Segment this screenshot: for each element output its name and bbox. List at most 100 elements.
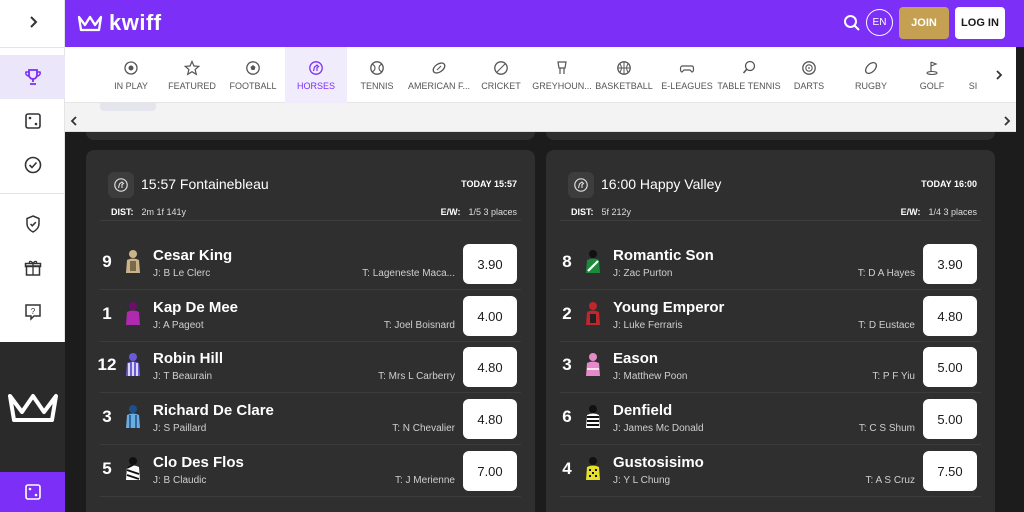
kwiff-crown-banner[interactable]	[0, 342, 65, 472]
check-circle-icon	[24, 156, 41, 174]
rail-casino-button[interactable]	[0, 99, 65, 143]
runner-jockey: J: A Pageot	[153, 320, 204, 331]
race-card-fontainebleau[interactable]: 15:57 Fontainebleau TODAY 15:57 DIST: 2m …	[86, 150, 535, 512]
runner-divider	[100, 444, 521, 445]
runner-row: 5 Clo Des Flos J: B Claudic T: J Merienn…	[86, 446, 535, 497]
runner-jockey: J: B Claudic	[153, 475, 207, 486]
sport-label: AMERICAN F...	[407, 80, 470, 91]
race-icon	[108, 172, 134, 198]
sport-tab-horses[interactable]: HORSES	[285, 47, 347, 103]
sport-tab-basketball[interactable]: BASKETBALL	[593, 47, 655, 103]
runner-row: 6 Denfield J: James Mc Donald T: C S Shu…	[546, 394, 995, 445]
sport-tab-greyhounds[interactable]: GREYHOUN...	[531, 47, 593, 103]
runner-number: 12	[97, 355, 117, 374]
help-chat-icon: ?	[24, 304, 41, 321]
runner-number: 2	[562, 304, 572, 323]
sport-tab-golf[interactable]: GOLF	[903, 47, 961, 103]
runner-name: Robin Hill	[153, 350, 223, 367]
odds-button[interactable]: 3.90	[923, 244, 977, 284]
runner-number: 1	[102, 304, 112, 323]
runner-jockey: J: Luke Ferraris	[613, 320, 683, 331]
odds-button[interactable]: 3.90	[463, 244, 517, 284]
join-button[interactable]: JOIN	[899, 7, 949, 39]
sport-tab-in-play[interactable]: IN PLAY	[100, 47, 162, 103]
sport-tab-american-football[interactable]: AMERICAN F...	[407, 47, 471, 103]
runner-trainer: T: J Merienne	[394, 475, 455, 486]
runner-row: 9 Cesar King J: B Le Clerc T: Lageneste …	[86, 239, 535, 290]
odds-button[interactable]: 7.00	[463, 451, 517, 491]
runner-divider	[560, 392, 981, 393]
horse-icon	[114, 178, 128, 192]
odds-button[interactable]: 4.80	[463, 347, 517, 387]
race-title[interactable]: 15:57 Fontainebleau	[141, 176, 269, 192]
sport-tab-featured[interactable]: FEATURED	[162, 47, 222, 103]
runner-divider	[100, 496, 521, 497]
odds-button[interactable]: 5.00	[923, 399, 977, 439]
search-button[interactable]	[840, 11, 864, 35]
runner-jockey: J: T Beaurain	[153, 371, 213, 382]
runner-jockey: J: B Le Clerc	[153, 268, 211, 279]
runner-trainer: T: Mrs L Carberry	[378, 371, 455, 382]
chevron-right-icon	[29, 16, 37, 28]
login-button[interactable]: LOG IN	[955, 7, 1005, 39]
sport-tab-snooker[interactable]: SI	[961, 47, 985, 103]
runner-row: 2 Young Emperor J: Luke Ferraris T: D Eu…	[546, 291, 995, 342]
sport-label: FEATURED	[168, 80, 216, 91]
sport-tab-cricket[interactable]: CRICKET	[471, 47, 531, 103]
race-distance: DIST: 5f 212y	[571, 207, 631, 217]
odds-button[interactable]: 7.50	[923, 451, 977, 491]
runner-row: 4 Gustosisimo J: Y L Chung T: A S Cruz 7…	[546, 446, 995, 497]
sport-label: DARTS	[793, 80, 825, 91]
runner-name: Gustosisimo	[613, 454, 704, 471]
expand-rail-button[interactable]	[0, 0, 65, 44]
rail-help-button[interactable]: ?	[0, 290, 65, 334]
sport-label: GREYHOUN...	[532, 80, 592, 91]
sports-nav: IN PLAY FEATURED FOOTBALL HORSES TENNIS …	[65, 47, 1016, 103]
sport-tab-e-leagues[interactable]: E-LEAGUES	[657, 47, 717, 103]
runner-trainer: T: D A Hayes	[857, 268, 915, 279]
language-selector[interactable]: EN	[866, 9, 893, 36]
scroll-left-icon[interactable]	[68, 115, 80, 127]
chevron-right-icon	[996, 70, 1003, 80]
scroll-thumb[interactable]	[100, 103, 156, 111]
jockey-silk-icon	[126, 457, 140, 480]
runner-row: 3 Richard De Clare J: S Paillard T: N Ch…	[86, 394, 535, 445]
runner-name: Eason	[613, 350, 659, 367]
odds-button[interactable]: 4.80	[463, 399, 517, 439]
sport-tab-table-tennis[interactable]: TABLE TENNIS	[717, 47, 781, 103]
sport-label: E-LEAGUES	[661, 80, 713, 91]
rail-safer-gambling-button[interactable]	[0, 202, 65, 246]
dice-icon	[24, 484, 41, 500]
rail-bets-button[interactable]	[0, 143, 65, 187]
sport-tab-darts[interactable]: DARTS	[781, 47, 837, 103]
sport-tab-tennis[interactable]: TENNIS	[347, 47, 407, 103]
sport-label: IN PLAY	[114, 80, 148, 91]
gamepad-icon	[679, 64, 695, 73]
horizontal-scrollbar[interactable]	[65, 103, 1016, 132]
horse-icon	[309, 60, 323, 75]
rail-sports-button[interactable]	[0, 55, 65, 99]
sports-nav-next-button[interactable]	[989, 65, 1009, 85]
sport-tab-football[interactable]: FOOTBALL	[222, 47, 284, 103]
sport-tab-rugby[interactable]: RUGBY	[841, 47, 901, 103]
scroll-right-icon[interactable]	[1001, 115, 1013, 127]
race-title[interactable]: 16:00 Happy Valley	[601, 176, 721, 192]
runner-trainer: T: A S Cruz	[865, 475, 915, 486]
trophy-icon	[24, 69, 41, 85]
odds-button[interactable]: 5.00	[923, 347, 977, 387]
runner-name: Romantic Son	[613, 247, 714, 264]
previous-card-edge	[86, 132, 535, 140]
runner-trainer: T: C S Shum	[858, 423, 915, 434]
kwiff-crown-icon	[7, 394, 58, 422]
odds-button[interactable]: 4.80	[923, 296, 977, 336]
odds-button[interactable]: 4.00	[463, 296, 517, 336]
runner-number: 6	[562, 407, 572, 426]
race-card-happy-valley[interactable]: 16:00 Happy Valley TODAY 16:00 DIST: 5f 2…	[546, 150, 995, 512]
race-time: TODAY 15:57	[461, 179, 517, 189]
runner-number: 3	[102, 407, 112, 426]
kwiff-logo[interactable]: kwiff	[77, 10, 162, 36]
rail-promotions-button[interactable]	[0, 246, 65, 290]
rail-casino-bottom-button[interactable]	[0, 472, 65, 512]
runner-number: 8	[562, 252, 572, 271]
runner-row: 1 Kap De Mee J: A Pageot T: Joel Boisnar…	[86, 291, 535, 342]
